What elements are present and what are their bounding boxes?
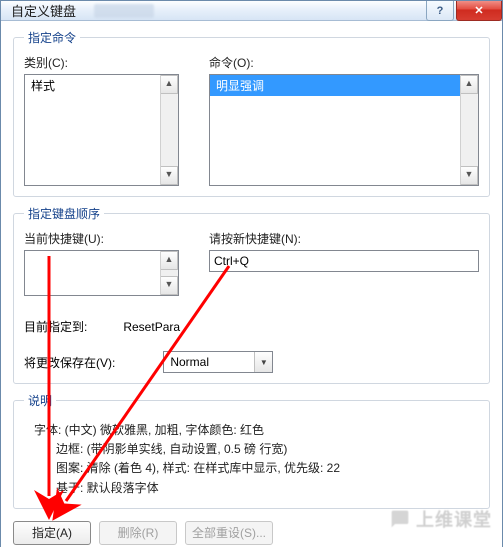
titlebar-buttons <box>426 1 502 21</box>
scroll-down-icon[interactable]: ▼ <box>161 166 178 185</box>
description-line: 图案: 清除 (着色 4), 样式: 在样式库中显示, 优先级: 22 <box>34 459 475 478</box>
scroll-down-icon[interactable]: ▼ <box>161 276 178 295</box>
category-listbox[interactable]: 样式 ▲ ▼ <box>24 74 179 186</box>
scroll-up-icon[interactable]: ▲ <box>461 75 478 94</box>
titlebar-extra-blur <box>94 4 154 18</box>
command-list-item[interactable]: 明显强调 <box>210 75 478 96</box>
current-keys-label: 当前快捷键(U): <box>24 230 179 247</box>
currently-assigned-value: ResetPara <box>123 320 180 334</box>
scrollbar[interactable]: ▲ ▼ <box>160 75 178 185</box>
description-text: 字体: (中文) 微软雅黑, 加粗, 字体颜色: 红色 边框: (带阴影单实线,… <box>24 417 479 498</box>
description-line: 基于: 默认段落字体 <box>34 479 475 498</box>
currently-assigned-label: 目前指定到: <box>24 318 87 335</box>
customize-keyboard-dialog: 自定义键盘 指定命令 类别(C): 样式 ▲ ▼ <box>0 0 503 547</box>
scroll-up-icon[interactable]: ▲ <box>161 251 178 270</box>
close-button[interactable] <box>456 1 502 21</box>
description-line: 边框: (带阴影单实线, 自动设置, 0.5 磅 行宽) <box>34 440 475 459</box>
reset-all-button: 全部重设(S)... <box>185 521 273 545</box>
press-new-key-label: 请按新快捷键(N): <box>209 230 479 247</box>
chevron-down-icon[interactable]: ▼ <box>254 352 272 372</box>
save-changes-in-label: 将更改保存在(V): <box>24 354 115 371</box>
scroll-up-icon[interactable]: ▲ <box>161 75 178 94</box>
current-keys-listbox[interactable]: ▲ ▼ <box>24 250 179 296</box>
description-group: 说明 字体: (中文) 微软雅黑, 加粗, 字体颜色: 红色 边框: (带阴影单… <box>13 392 490 509</box>
category-label: 类别(C): <box>24 54 179 71</box>
save-in-combo[interactable]: Normal ▼ <box>163 351 273 373</box>
specify-command-legend: 指定命令 <box>24 29 80 46</box>
description-line: 字体: (中文) 微软雅黑, 加粗, 字体颜色: 红色 <box>34 421 475 440</box>
help-button[interactable] <box>426 1 454 21</box>
window-title: 自定义键盘 <box>1 1 76 20</box>
remove-button: 删除(R) <box>99 521 177 545</box>
client-area: 指定命令 类别(C): 样式 ▲ ▼ 命令(O): 明显强调 <box>1 21 502 555</box>
dialog-buttons: 指定(A) 删除(R) 全部重设(S)... <box>13 517 490 545</box>
scroll-down-icon[interactable]: ▼ <box>461 166 478 185</box>
description-legend: 说明 <box>24 392 56 409</box>
scrollbar[interactable]: ▲ ▼ <box>160 251 178 295</box>
command-listbox[interactable]: 明显强调 ▲ ▼ <box>209 74 479 186</box>
assign-button[interactable]: 指定(A) <box>13 521 91 545</box>
keyboard-sequence-group: 指定键盘顺序 当前快捷键(U): ▲ ▼ 请按新快捷键(N): <box>13 205 490 384</box>
new-shortcut-input[interactable] <box>209 250 479 272</box>
category-list-item[interactable]: 样式 <box>25 75 178 96</box>
titlebar[interactable]: 自定义键盘 <box>1 1 502 21</box>
keyboard-sequence-legend: 指定键盘顺序 <box>24 205 104 222</box>
scrollbar[interactable]: ▲ ▼ <box>460 75 478 185</box>
specify-command-group: 指定命令 类别(C): 样式 ▲ ▼ 命令(O): 明显强调 <box>13 29 490 197</box>
command-label: 命令(O): <box>209 54 479 71</box>
save-in-combo-value: Normal <box>164 355 254 369</box>
